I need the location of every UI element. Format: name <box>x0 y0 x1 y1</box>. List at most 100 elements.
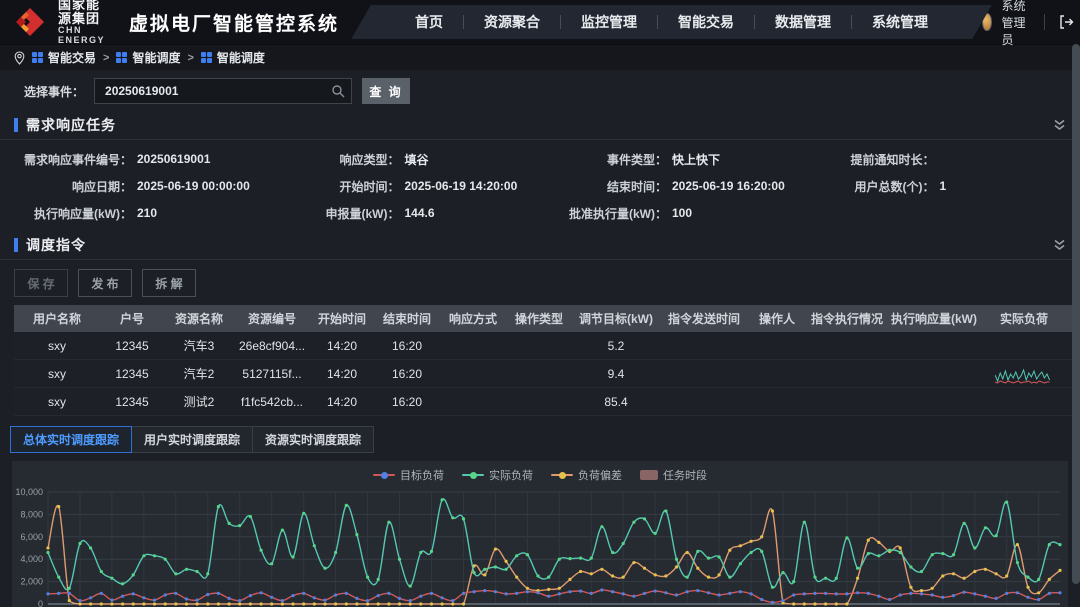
dispatch-section: 调度指令 保 存发 布拆 解 用户名称户号资源名称资源编号开始时间结束时间响应方… <box>0 230 1080 416</box>
table-cell: 16:20 <box>374 332 440 359</box>
nav-item-0[interactable]: 首页 <box>395 12 463 32</box>
module-grid-icon <box>32 52 43 63</box>
table-row[interactable]: sxy12345汽车25127115f...14:2016:209.4 <box>14 360 1072 388</box>
table-cell <box>660 360 748 387</box>
chart-canvas: 02,0004,0006,0008,00010,0000:000:451:302… <box>12 484 1068 607</box>
field-label: 批准执行量(kW)： <box>535 205 667 222</box>
app-title: 虚拟电厂智能管控系统 <box>129 9 339 36</box>
column-header: 结束时间 <box>374 305 440 332</box>
table-cell: 5127115f... <box>234 360 310 387</box>
breadcrumb-label: 智能调度 <box>132 49 180 66</box>
nav-item-1[interactable]: 资源聚合 <box>464 12 560 32</box>
svg-text:10,000: 10,000 <box>15 487 43 497</box>
legend-item-1[interactable]: 实际负荷 <box>462 467 533 483</box>
legend-rect-icon <box>640 470 658 480</box>
breadcrumb-item-1[interactable]: 智能调度 <box>116 49 180 66</box>
collapse-chevron-icon[interactable] <box>1053 119 1066 131</box>
field-value: 2025-06-19 16:20:00 <box>672 179 785 193</box>
publish-button[interactable]: 发 布 <box>78 269 132 297</box>
table-cell: f1fc542cb... <box>234 388 310 415</box>
org-name-en: CHN ENERGY <box>58 26 105 46</box>
table-cell: 12345 <box>100 332 164 359</box>
table-cell: 85.4 <box>572 388 660 415</box>
nav-item-2[interactable]: 监控管理 <box>561 12 657 32</box>
column-header: 操作类型 <box>506 305 572 332</box>
legend-item-task[interactable]: 任务时段 <box>640 467 707 483</box>
legend-line-icon <box>373 474 395 476</box>
table-cell <box>506 332 572 359</box>
legend-dot-icon <box>381 472 388 479</box>
location-pin-icon <box>14 51 25 65</box>
svg-text:0: 0 <box>38 599 43 607</box>
table-cell <box>888 360 980 387</box>
legend-item-0[interactable]: 目标负荷 <box>373 467 444 483</box>
demand-response-section: 需求响应任务 需求响应事件编号：20250619001响应类型：填谷事件类型：快… <box>0 110 1080 230</box>
tracking-tabs: 总体实时调度跟踪用户实时调度跟踪资源实时调度跟踪 <box>10 426 1080 453</box>
legend-item-2[interactable]: 负荷偏差 <box>551 467 622 483</box>
section-accent-bar <box>14 118 18 132</box>
field-label: 结束时间： <box>535 178 667 195</box>
column-header: 操作人 <box>748 305 806 332</box>
table-cell: 16:20 <box>374 360 440 387</box>
table-cell: 14:20 <box>310 332 374 359</box>
legend-dot-icon <box>470 472 477 479</box>
table-cell <box>506 388 572 415</box>
nav-item-3[interactable]: 智能交易 <box>658 12 754 32</box>
logout-icon[interactable] <box>1058 12 1074 32</box>
breadcrumb-item-0[interactable]: 智能交易 <box>32 49 96 66</box>
table-cell <box>888 332 980 359</box>
table-cell <box>980 360 1068 387</box>
field-9: 申报量(kW)：144.6 <box>268 204 536 222</box>
query-button[interactable]: 查 询 <box>362 78 410 104</box>
table-cell <box>888 388 980 415</box>
table-row[interactable]: sxy12345测试2f1fc542cb...14:2016:2085.4 <box>14 388 1072 416</box>
table-cell <box>660 388 748 415</box>
column-header: 指令执行情况 <box>806 305 888 332</box>
table-cell: 9.4 <box>572 360 660 387</box>
breadcrumb-label: 智能调度 <box>217 49 265 66</box>
dispatch-toolbar: 保 存发 布拆 解 <box>0 260 1080 305</box>
field-value: 144.6 <box>405 206 435 220</box>
split-button[interactable]: 拆 解 <box>142 269 196 297</box>
actual-load-sparkline <box>995 361 1053 387</box>
collapse-chevron-icon[interactable] <box>1053 239 1066 251</box>
field-label: 提前通知时长： <box>803 151 935 168</box>
table-cell: sxy <box>14 360 100 387</box>
chart-legend: 目标负荷 实际负荷 负荷偏差 任务时段 <box>12 466 1068 484</box>
field-4: 响应日期：2025-06-19 00:00:00 <box>0 177 268 195</box>
event-input-wrap <box>94 78 352 104</box>
field-label: 响应日期： <box>0 178 132 195</box>
demand-response-title: 需求响应任务 <box>26 115 116 135</box>
legend-label: 负荷偏差 <box>578 467 622 483</box>
field-3: 提前通知时长： <box>803 150 1071 168</box>
nav-item-5[interactable]: 系统管理 <box>852 12 948 32</box>
tab-0[interactable]: 总体实时调度跟踪 <box>10 426 132 453</box>
legend-line-icon <box>551 474 573 476</box>
load-tracking-chart: 02,0004,0006,0008,00010,0000:000:451:302… <box>12 484 1068 607</box>
breadcrumb-item-2[interactable]: 智能调度 <box>201 49 265 66</box>
demand-response-fields: 需求响应事件编号：20250619001响应类型：填谷事件类型：快上快下提前通知… <box>0 140 1080 230</box>
table-cell <box>748 332 806 359</box>
user-menu[interactable]: 系统管理员 <box>982 0 1080 48</box>
table-cell <box>806 360 888 387</box>
field-label: 需求响应事件编号： <box>0 151 132 168</box>
field-value: 2025-06-19 14:20:00 <box>405 179 518 193</box>
event-input[interactable] <box>94 78 352 104</box>
breadcrumb-separator: > <box>187 52 193 64</box>
nav-item-4[interactable]: 数据管理 <box>755 12 851 32</box>
table-cell <box>806 332 888 359</box>
tab-2[interactable]: 资源实时调度跟踪 <box>252 426 374 453</box>
save-button[interactable]: 保 存 <box>14 269 68 297</box>
section-accent-bar <box>14 238 18 252</box>
field-2: 事件类型：快上快下 <box>535 150 803 168</box>
field-1: 响应类型：填谷 <box>268 150 536 168</box>
table-cell: sxy <box>14 388 100 415</box>
table-row[interactable]: sxy12345汽车326e8cf904...14:2016:205.2 <box>14 332 1072 360</box>
table-cell: sxy <box>14 332 100 359</box>
module-grid-icon <box>116 52 127 63</box>
field-0: 需求响应事件编号：20250619001 <box>0 150 268 168</box>
page: 国家能源集团 CHN ENERGY 虚拟电厂智能管控系统 首页资源聚合监控管理智… <box>0 0 1080 607</box>
vertical-scrollbar[interactable] <box>1072 44 1080 584</box>
dispatch-title: 调度指令 <box>26 235 86 255</box>
tab-1[interactable]: 用户实时调度跟踪 <box>131 426 253 453</box>
